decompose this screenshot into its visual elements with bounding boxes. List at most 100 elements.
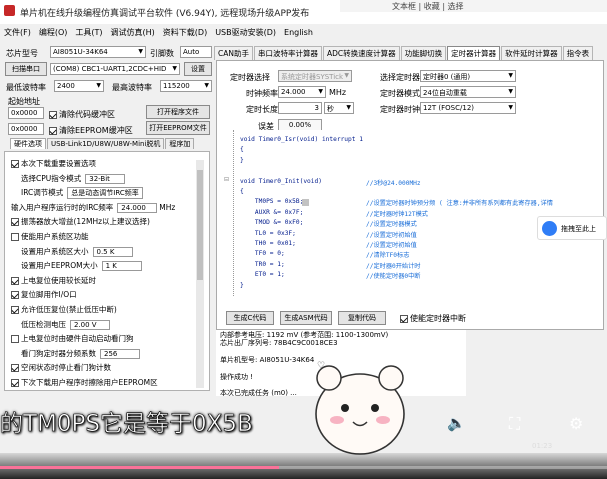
tool-tab[interactable]: 软件延时计算器 (501, 46, 562, 60)
clock-unit: MHz (329, 88, 347, 97)
timer-length-input[interactable]: 3 (278, 102, 322, 114)
option-row[interactable]: 下次下载用户程序时擦除用户EEPROM区 (11, 377, 158, 388)
option-checkbox[interactable] (11, 233, 19, 241)
option-checkbox[interactable] (11, 218, 19, 227)
option-row[interactable]: 复位脚用作I/O口 (11, 289, 77, 300)
option-value[interactable]: 1 K (101, 261, 142, 272)
mouse-cursor (302, 199, 309, 206)
timer-length-label: 定时长度 (246, 105, 278, 114)
scan-port-button[interactable]: 扫描串口 (5, 62, 47, 76)
option-label: IRC调节模式 (21, 188, 64, 198)
drag-drop-widget[interactable]: 拖拽至此上 (537, 216, 607, 240)
menu-item[interactable]: USB驱动安装(D) (211, 26, 280, 39)
option-value[interactable]: 32-Bit (85, 173, 126, 184)
option-value[interactable]: 0.5 K (92, 246, 133, 257)
option-row[interactable]: IRC调节模式 总是动态调节IRC频率 (21, 187, 143, 200)
option-label: 低压检测电压 (21, 319, 66, 329)
options-scrollbar[interactable] (196, 160, 204, 388)
hardware-tab[interactable]: USB-Link1D/U8W/U8W-Mini脱机 (47, 138, 165, 149)
code-line: TMOD &= 0xF0; (240, 219, 304, 227)
option-row[interactable]: 低压检测电压 2.00 V (21, 319, 110, 330)
option-row[interactable]: 设置用户系统区大小 0.5 K (21, 246, 133, 257)
app-window: 单片机在线升级编程仿真调试平台软件 (V6.94Y), 远程现场升级APP发布 … (0, 0, 607, 479)
option-row[interactable]: 设置用户EEPROM大小 1 K (21, 260, 142, 272)
option-checkbox[interactable] (11, 160, 19, 168)
menu-item[interactable]: 文件(F) (0, 26, 35, 39)
generated-code-view[interactable]: void Timer0_Isr(void) interrupt 1 {} void … (236, 130, 592, 296)
video-subtitle: 的TM0PS它是等于0X5B (0, 411, 253, 438)
option-row[interactable]: 输入用户程序运行时的IRC频率 24.000 MHz (11, 202, 175, 213)
port-settings-button[interactable]: 设置 (184, 62, 212, 76)
option-row[interactable]: 空闲状态时停止看门狗计数 (11, 362, 111, 373)
option-checkbox[interactable] (11, 291, 19, 300)
timer-mode-select[interactable]: 24位自动重载 ▼ (420, 86, 516, 98)
max-baud-select[interactable]: 115200 ▼ (160, 80, 212, 92)
eeprom-start-address[interactable]: 0x0000 (8, 123, 44, 135)
menu-item[interactable]: 工具(T) (71, 26, 106, 39)
log-line: 芯片出厂序列号: 78B4C9C0018CE3 (220, 339, 338, 348)
option-checkbox[interactable] (11, 276, 19, 285)
fullscreen-icon[interactable]: ⛶ (509, 414, 520, 434)
hardware-tabs: 硬件选项 USB-Link1D/U8W/U8W-Mini脱机 程序加 (10, 138, 210, 150)
menu-bar: 文件(F) 编程(O) 工具(T) 调试仿真(H) 资料下载(D) USB驱动安装(D) E… (0, 26, 360, 40)
code-gutter: ⊟ (222, 130, 234, 296)
code-line: TL0 = 0x3F; (240, 229, 296, 237)
menu-item[interactable]: 资料下载(D) (159, 26, 211, 39)
clear-code-buffer-checkbox[interactable]: 清除代码缓冲区 (49, 109, 115, 120)
tool-tab[interactable]: ADC转换速度计算器 (322, 46, 400, 60)
open-eeprom-file-button[interactable]: 打开EEPROM文件 (146, 121, 210, 135)
copy-code-button[interactable]: 复制代码 (338, 311, 386, 325)
mode-select[interactable]: 定时器0 (通用) ▼ (420, 70, 516, 82)
option-row[interactable]: 允许低压复位(禁止低压中断) (11, 304, 117, 315)
option-row[interactable]: 使能用户系统区功能 (11, 231, 89, 242)
pin-count-select[interactable]: Auto (180, 46, 212, 58)
code-start-address[interactable]: 0x0000 (8, 107, 44, 119)
tool-tab[interactable]: CAN助手 (214, 46, 253, 60)
hardware-tab[interactable]: 硬件选项 (10, 138, 46, 149)
tool-tab[interactable]: 功能脚切换 (400, 46, 447, 60)
chip-model-select[interactable]: AI8051U-34K64 ▼ (50, 46, 146, 58)
code-line: } (240, 281, 244, 289)
option-value[interactable]: 24.000 (117, 202, 158, 213)
option-label: 设置用户系统区大小 (21, 246, 89, 256)
tool-tab[interactable]: 定时器计算器 (447, 46, 501, 60)
option-checkbox[interactable] (11, 335, 19, 344)
option-row[interactable]: 上电复位时由硬件自动启动看门狗 (11, 333, 134, 344)
option-value[interactable]: 总是动态调节IRC频率 (67, 187, 143, 200)
timer-select[interactable]: 系统定时器SYSTick ▼ (278, 70, 352, 82)
menu-item[interactable]: 编程(O) (35, 26, 72, 39)
menu-item[interactable]: English (280, 27, 317, 38)
clock-frequency-select[interactable]: 24.000 ▼ (278, 86, 326, 98)
option-value[interactable]: 256 (100, 348, 140, 359)
enable-timer-interrupt-checkbox[interactable]: 使能定时器中断 (400, 313, 466, 324)
option-label: 设置用户EEPROM大小 (21, 261, 98, 271)
code-comment: //设置定时器模式 (366, 221, 417, 229)
min-baud-select[interactable]: 2400 ▼ (54, 80, 104, 92)
tool-tabs: CAN助手 串口波特率计算器 ADC转换速度计算器 功能脚切换 定时器计算器 软件延时计算… (214, 46, 607, 60)
clear-eeprom-buffer-checkbox[interactable]: 清除EEPROM缓冲区 (49, 125, 133, 136)
option-row[interactable]: 振荡器放大增益(12MHz以上建议选择) (11, 216, 150, 227)
option-row[interactable]: 看门狗定时器分频系数 256 (21, 348, 140, 359)
mode-select-label: 选择定时器 (380, 73, 420, 82)
tool-tab[interactable]: 指令表 (562, 46, 594, 60)
serial-port-select[interactable]: (COM8) CBC1-UART1,2CDC+HID ▼ (50, 63, 180, 75)
menu-item[interactable]: 调试仿真(H) (107, 26, 159, 39)
volume-icon[interactable]: 🔈 (447, 414, 466, 432)
hardware-tab[interactable]: 程序加 (165, 138, 195, 149)
generate-c-code-button[interactable]: 生成C代码 (226, 311, 274, 325)
timer-clock-select[interactable]: 12T (FOSC/12) ▼ (420, 102, 516, 114)
option-checkbox[interactable] (11, 364, 19, 373)
option-row[interactable]: 选择CPU指令模式 32-Bit (21, 173, 126, 184)
option-value[interactable]: 2.00 V (70, 319, 110, 330)
timer-length-unit[interactable]: 秒 ▼ (324, 102, 354, 114)
open-program-file-button[interactable]: 打开程序文件 (146, 105, 210, 119)
settings-gear-icon[interactable]: ⚙ (569, 414, 583, 433)
tool-tab[interactable]: 串口波特率计算器 (253, 46, 322, 60)
option-row[interactable]: 本次下载重要设置选项 (11, 158, 96, 169)
option-checkbox[interactable] (11, 379, 19, 387)
option-row[interactable]: 上电复位使用较长延时 (11, 275, 96, 286)
option-checkbox[interactable] (11, 306, 19, 314)
code-line: void Timer0_Isr(void) interrupt 1 (240, 136, 363, 143)
chip-model-label: 芯片型号 (6, 49, 38, 58)
generate-asm-code-button[interactable]: 生成ASM代码 (280, 311, 332, 325)
